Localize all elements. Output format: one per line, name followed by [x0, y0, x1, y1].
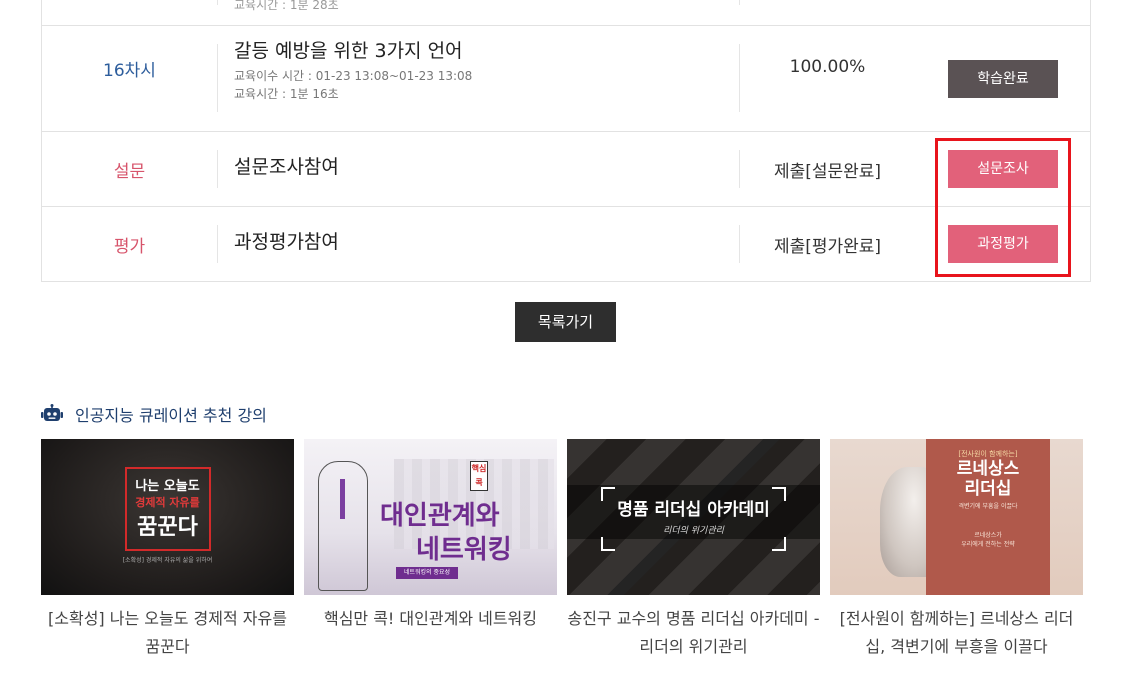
thumb-text: 경제적 자유를	[135, 496, 200, 509]
thumb-text: 네트워킹	[416, 535, 512, 565]
thumb-text: 르네상스가 우리에게 전하는 전략	[961, 532, 1015, 548]
course-thumbnail[interactable]: 명품 리더십 아카데미 리더의 위기관리	[567, 439, 820, 595]
session-number: 16차시	[103, 61, 156, 81]
course-evaluation-button[interactable]: 과정평가	[948, 225, 1058, 263]
thumb-text: [소확성] 경제적 자유의 삶을 위하여	[122, 557, 213, 564]
survey-button[interactable]: 설문조사	[948, 150, 1058, 188]
frame-corner	[601, 537, 615, 551]
tie-illustration	[340, 479, 345, 519]
course-card[interactable]: 명품 리더십 아카데미 리더의 위기관리 송진구 교수의 명품 리더십 아카데미…	[567, 439, 820, 661]
back-to-list-button[interactable]: 목록가기	[515, 302, 616, 342]
course-thumbnail[interactable]: 나는 오늘도 경제적 자유를 꿈꾼다 [소확성] 경제적 자유의 삶을 위하여	[41, 439, 294, 595]
evaluation-label: 평가	[113, 237, 146, 257]
recommendation-header: 인공지능 큐레이션 추천 강의	[41, 401, 267, 427]
column-divider	[217, 0, 218, 5]
table-row-partial: 교육시간 : 1분 28초	[42, 0, 1090, 26]
study-complete-button[interactable]: 학습완료	[948, 60, 1058, 98]
course-caption[interactable]: 송진구 교수의 명품 리더십 아카데미 - 리더의 위기관리	[567, 605, 820, 661]
frame-corner	[772, 537, 786, 551]
course-caption[interactable]: 핵심만 콕! 대인관계와 네트워킹	[304, 605, 557, 633]
thumb-text: 르네상스 리더십	[956, 459, 1020, 499]
survey-label: 설문	[113, 162, 146, 182]
study-time: 교육시간 : 1분 28초	[234, 0, 339, 12]
table-row-survey: 설문 설문조사참여 제출[설문완료] 설문조사	[42, 132, 1090, 207]
table-row-evaluation: 평가 과정평가참여 제출[평가완료] 과정평가	[42, 207, 1090, 282]
survey-status: 제출[설문완료]	[773, 162, 882, 182]
thumb-text: 나는 오늘도	[135, 479, 200, 494]
thumb-text: 명품 리더십 아카데미	[617, 500, 770, 520]
thumb-text: [전사원이 함께하는]	[958, 450, 1018, 458]
column-divider	[217, 150, 218, 188]
column-divider	[739, 44, 740, 112]
robot-icon	[41, 404, 63, 421]
column-divider	[739, 0, 740, 5]
evaluation-status: 제출[평가완료]	[773, 237, 882, 257]
thumb-text: 격변기에 부흥을 이끌다	[958, 503, 1018, 510]
survey-title: 설문조사참여	[234, 156, 339, 178]
evaluation-title: 과정평가참여	[234, 231, 339, 253]
course-card[interactable]: 핵심 콕 대인관계와 네트워킹 네트워킹의 중요성 핵심만 콕! 대인관계와 네…	[304, 439, 557, 633]
course-caption[interactable]: [소확성] 나는 오늘도 경제적 자유를 꿈꾼다	[41, 605, 294, 661]
progress-percent: 100.00%	[789, 57, 866, 77]
course-thumbnail[interactable]: 핵심 콕 대인관계와 네트워킹 네트워킹의 중요성	[304, 439, 557, 595]
study-time: 교육시간 : 1분 16초	[234, 87, 339, 101]
course-progress-table: 교육시간 : 1분 28초 16차시 갈등 예방을 위한 3가지 언어 교육이수…	[41, 0, 1091, 282]
column-divider	[217, 44, 218, 112]
completion-time: 교육이수 시간 : 01-23 13:08~01-23 13:08	[234, 69, 473, 83]
course-card[interactable]: [전사원이 함께하는] 르네상스 리더십 격변기에 부흥을 이끌다 르네상스가 …	[830, 439, 1083, 661]
table-row-session-16: 16차시 갈등 예방을 위한 3가지 언어 교육이수 시간 : 01-23 13…	[42, 26, 1090, 132]
thumb-text: 리더의 위기관리	[663, 526, 724, 536]
recommendation-heading: 인공지능 큐레이션 추천 강의	[75, 406, 267, 425]
course-card[interactable]: 나는 오늘도 경제적 자유를 꿈꾼다 [소확성] 경제적 자유의 삶을 위하여 …	[41, 439, 294, 661]
thumb-tag: 네트워킹의 중요성	[396, 567, 458, 579]
course-caption[interactable]: [전사원이 함께하는] 르네상스 리더십, 격변기에 부흥을 이끌다	[830, 605, 1083, 661]
thumb-text: 꿈꾼다	[137, 515, 198, 540]
thumb-text: 대인관계와	[380, 501, 500, 531]
column-divider	[217, 225, 218, 263]
course-thumbnail[interactable]: [전사원이 함께하는] 르네상스 리더십 격변기에 부흥을 이끌다 르네상스가 …	[830, 439, 1083, 595]
brand-logo: 핵심 콕	[470, 461, 488, 491]
session-title: 갈등 예방을 위한 3가지 언어	[234, 40, 463, 62]
